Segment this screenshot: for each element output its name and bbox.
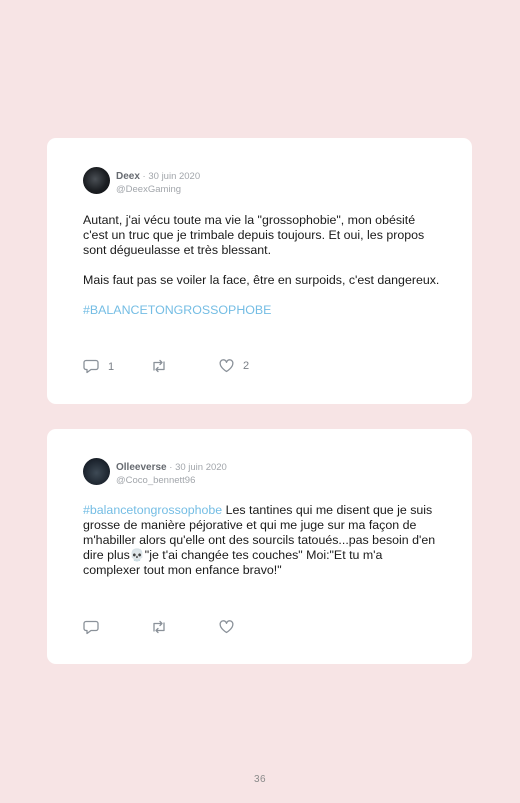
tweet-actions [83, 620, 383, 636]
comment-icon [83, 620, 99, 635]
author-name[interactable]: Deex [116, 171, 140, 182]
retweet-button[interactable] [150, 359, 168, 373]
tweet-card: Deex · 30 juin 2020 @DeexGaming Autant, … [47, 138, 472, 404]
tweet-header: Deex · 30 juin 2020 @DeexGaming [116, 171, 201, 196]
like-button[interactable] [219, 620, 234, 634]
tweet-date[interactable]: 30 juin 2020 [148, 171, 200, 182]
tweet-paragraph: Mais faut pas se voiler la face, être en… [83, 273, 440, 287]
tweet-text: #balancetongrossophobe Les tantines qui … [83, 503, 443, 578]
heart-icon [219, 620, 234, 634]
tweet-actions: 1 2 [83, 359, 383, 375]
reply-count: 1 [108, 360, 115, 373]
like-count: 2 [243, 360, 250, 372]
skull-emoji: 💀 [129, 548, 145, 562]
retweet-icon [153, 359, 165, 373]
tweet-card: Olleeverse · 30 juin 2020 @Coco_bennett9… [47, 429, 472, 664]
avatar[interactable] [83, 167, 110, 194]
retweet-icon [153, 620, 165, 634]
reply-button[interactable] [83, 620, 99, 635]
comment-icon [83, 359, 99, 374]
author-handle[interactable]: @Coco_bennett96 [116, 474, 227, 487]
retweet-button[interactable] [150, 620, 168, 634]
tweet-text: Autant, j'ai vécu toute ma vie la "gross… [83, 213, 443, 333]
page-number: 36 [253, 774, 267, 785]
heart-icon [219, 359, 234, 373]
avatar[interactable] [83, 458, 110, 485]
tweet-date[interactable]: 30 juin 2020 [175, 462, 227, 473]
tweet-header: Olleeverse · 30 juin 2020 @Coco_bennett9… [116, 462, 227, 487]
tweet-paragraph: Autant, j'ai vécu toute ma vie la "gross… [83, 213, 425, 257]
author-name[interactable]: Olleeverse [116, 462, 167, 473]
hashtag-link[interactable]: #BALANCETONGROSSOPHOBE [83, 303, 271, 317]
hashtag-link[interactable]: #balancetongrossophobe [83, 503, 222, 517]
author-handle[interactable]: @DeexGaming [116, 183, 200, 196]
like-button[interactable]: 2 [219, 359, 249, 373]
reply-button[interactable]: 1 [83, 359, 114, 374]
